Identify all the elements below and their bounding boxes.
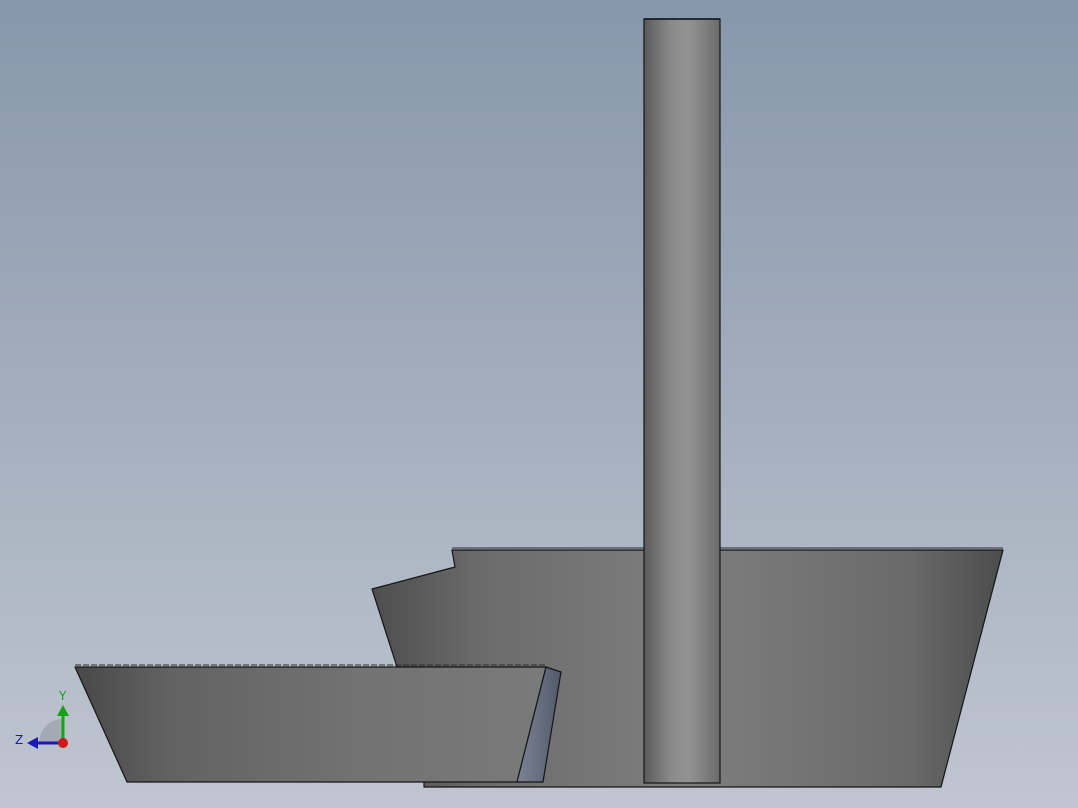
triad-z-label: Z (15, 733, 23, 747)
graphics-viewport[interactable]: Y Z (0, 0, 1078, 808)
3d-model-scene[interactable]: Y Z (0, 0, 1078, 808)
vertical-shaft-part[interactable] (643, 18, 721, 784)
x-axis-dot-icon (58, 738, 68, 748)
front-block-part[interactable] (74, 666, 547, 783)
triad-y-label: Y (58, 689, 67, 703)
